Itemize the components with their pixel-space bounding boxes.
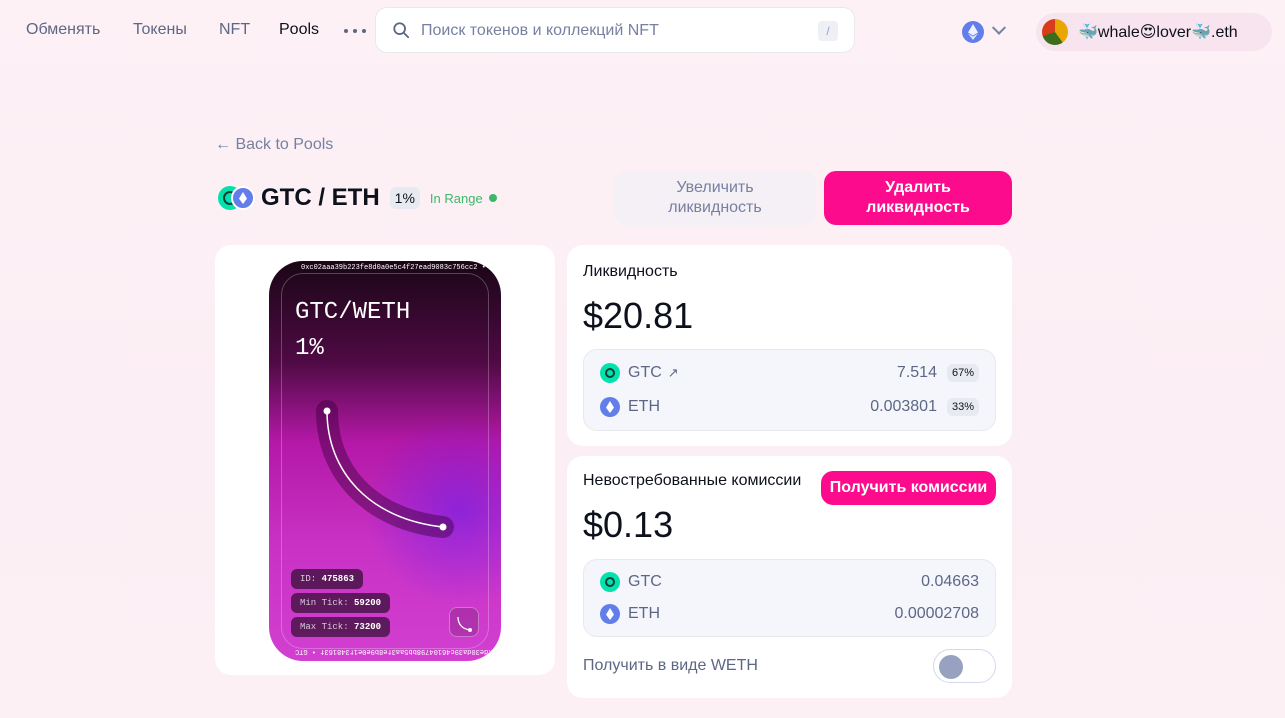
pool-title: GTC / ETH 1% In Range (218, 184, 497, 212)
toggle-knob (939, 655, 963, 679)
back-to-pools-link[interactable]: ← Back to Pools (215, 136, 333, 154)
nft-min-tick-tag: Min Tick: 59200 (291, 593, 391, 613)
chevron-down-icon (991, 20, 1007, 35)
eth-token-icon (600, 397, 620, 417)
nft-address-top: 0xc02aaa39b223fe8d0a0e5c4f27ead9083c756c… (301, 264, 501, 272)
increase-liquidity-button[interactable]: Увеличить ликвидность (614, 171, 816, 225)
position-nft-image[interactable]: 0xc02aaa39b223fe8d0a0e5c4f27ead9083c756c… (269, 261, 501, 661)
more-menu-icon[interactable] (344, 22, 366, 40)
ethereum-icon (962, 21, 984, 43)
list-item: GTC ↗ 7.514 67% (600, 362, 979, 384)
avatar (1042, 19, 1068, 45)
fees-breakdown: GTC 0.04663 ETH 0.00002708 (583, 559, 996, 637)
pair-logos (218, 185, 256, 211)
token-amount: 0.003801 (870, 398, 937, 415)
account-button[interactable]: 🐳whale😍lover🐳.eth (1036, 13, 1272, 51)
liquidity-total: $20.81 (583, 295, 694, 336)
pair-name: GTC / ETH (261, 184, 380, 211)
network-selector[interactable] (962, 20, 1012, 44)
eth-token-icon (231, 186, 255, 210)
nft-title: GTC/WETH 1% (295, 295, 410, 367)
range-status: In Range (430, 191, 497, 206)
range-status-label: In Range (429, 190, 483, 206)
unclaimed-fees-card: Невостребованные комиссии Получить комис… (567, 456, 1012, 698)
token-amount: 0.04663 (921, 573, 979, 590)
increase-label-line2: ликвидность (668, 199, 762, 216)
collect-as-weth-toggle[interactable] (933, 649, 996, 683)
nft-mini-curve-icon (449, 607, 479, 637)
token-percent-badge: 33% (946, 398, 979, 416)
token-symbol: ETH (628, 398, 660, 415)
liquidity-label: Ликвидность (583, 263, 678, 280)
nft-fee: 1% (295, 335, 324, 362)
nft-max-tick-tag: Max Tick: 73200 (291, 617, 391, 637)
account-name: 🐳whale😍lover🐳.eth (1078, 24, 1238, 41)
increase-label-line1: Увеличить (676, 179, 754, 196)
token-amount: 0.00002708 (894, 605, 979, 622)
remove-liquidity-button[interactable]: Удалить ликвидность (824, 171, 1012, 225)
token-percent-badge: 67% (946, 364, 979, 382)
search-placeholder: Поиск токенов и коллекций NFT (421, 22, 659, 39)
liquidity-breakdown: GTC ↗ 7.514 67% ETH 0.003801 33% (583, 349, 996, 431)
fees-total: $0.13 (583, 504, 674, 545)
list-item: ETH 0.003801 33% (600, 396, 979, 418)
nft-address-bottom: 0xde30da39c46104798bb5aa3fe8b9e0e1f34816… (295, 647, 497, 655)
list-item: GTC 0.04663 (600, 571, 979, 593)
search-icon (393, 22, 410, 39)
fee-tier-badge: 1% (389, 187, 420, 209)
nft-id-tag: ID: 475863 (291, 569, 364, 589)
top-nav: Обменять Токены NFT Pools Поиск токенов … (0, 0, 1285, 62)
external-link-icon[interactable]: ↗ (668, 365, 679, 381)
eth-token-icon (600, 604, 620, 624)
token-amount: 7.514 (896, 364, 937, 381)
nav-nft[interactable]: NFT (219, 21, 250, 39)
list-item: ETH 0.00002708 (600, 603, 979, 625)
search-input[interactable]: Поиск токенов и коллекций NFT / (375, 7, 855, 53)
token-symbol: ETH (628, 605, 660, 622)
gtc-token-icon (600, 363, 620, 383)
nav-pools[interactable]: Pools (279, 21, 319, 39)
remove-label-line2: ликвидность (866, 199, 970, 216)
nft-range-curve (316, 400, 454, 538)
liquidity-card: Ликвидность $20.81 GTC ↗ 7.514 67% ETH 0… (567, 245, 1012, 446)
gtc-token-icon (600, 572, 620, 592)
position-nft-panel: 0xc02aaa39b223fe8d0a0e5c4f27ead9083c756c… (215, 245, 555, 675)
search-shortcut-badge: / (818, 21, 838, 41)
remove-label-line1: Удалить (885, 179, 951, 196)
fees-label: Невостребованные комиссии (583, 472, 802, 489)
range-status-dot-icon (488, 194, 497, 202)
collect-fees-button[interactable]: Получить комиссии (821, 471, 996, 505)
collect-as-weth-label: Получить в виде WETH (583, 657, 758, 674)
token-symbol: GTC (628, 573, 662, 590)
nav-swap[interactable]: Обменять (26, 21, 100, 39)
nav-tokens[interactable]: Токены (133, 21, 187, 39)
token-symbol[interactable]: GTC (628, 364, 662, 382)
nft-pair: GTC/WETH (295, 299, 411, 326)
